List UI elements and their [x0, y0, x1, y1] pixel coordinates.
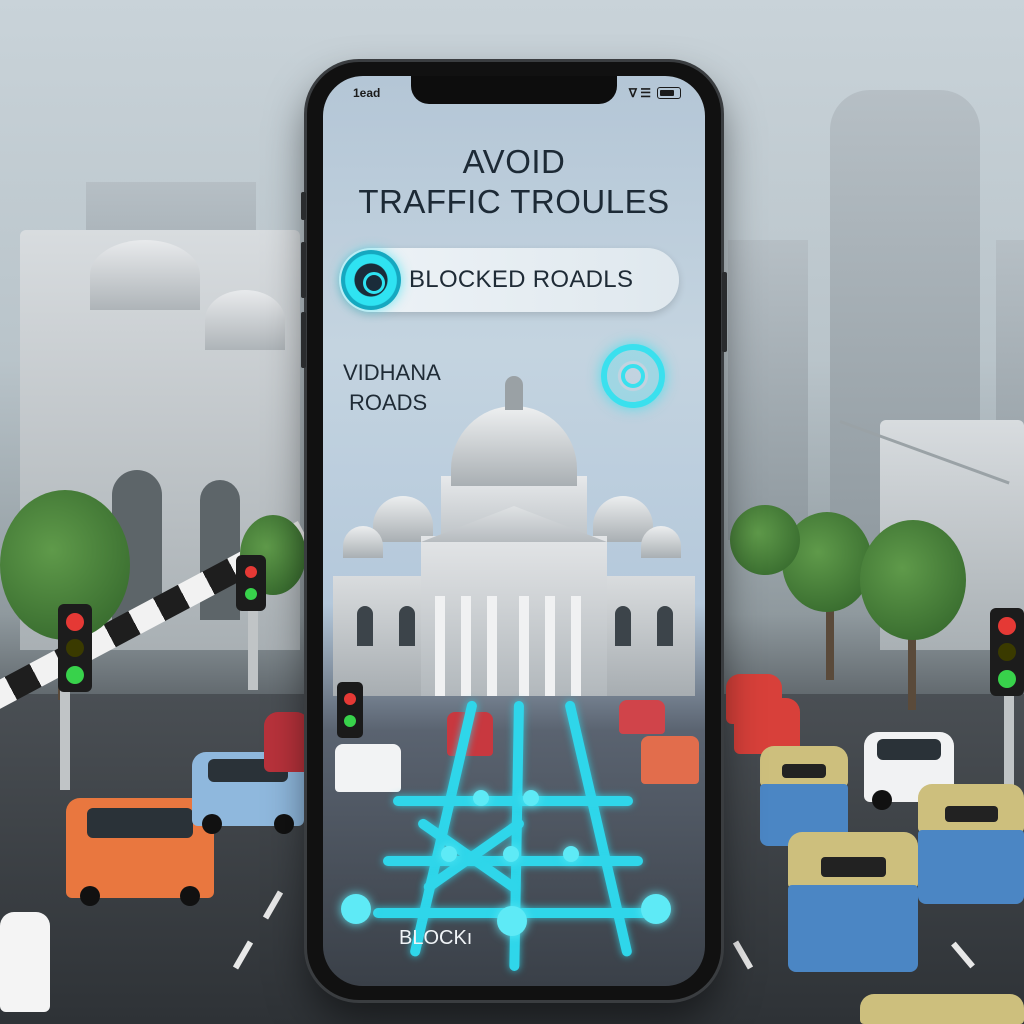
title-line-1: AVOID: [462, 143, 566, 180]
phone-screen: 1ead ∇ ☰ AVOID TRAFFIC TROULES BLOCKED R…: [323, 76, 705, 986]
status-icons: ∇ ☰: [629, 86, 681, 100]
arched-window: [399, 606, 415, 646]
central-dome: [451, 406, 577, 486]
volume-down-button[interactable]: [301, 312, 306, 368]
power-button[interactable]: [722, 272, 727, 352]
column: [519, 596, 529, 696]
tree: [730, 505, 800, 575]
auto-rickshaw: [860, 994, 1024, 1024]
auto-rickshaw: [760, 746, 848, 846]
column: [435, 596, 445, 696]
route-node[interactable]: [563, 846, 579, 862]
battery-icon: [657, 87, 681, 99]
map-block-label: BLOCKı: [399, 927, 473, 949]
route-node[interactable]: [341, 894, 371, 924]
route-path[interactable]: [393, 796, 633, 806]
route-marker-icon: [341, 250, 401, 310]
column: [487, 596, 497, 696]
route-node[interactable]: [473, 790, 489, 806]
column: [571, 596, 581, 696]
volume-up-button[interactable]: [301, 242, 306, 298]
route-node[interactable]: [523, 790, 539, 806]
blocked-roads-button[interactable]: BLOCKED ROADLS: [339, 248, 679, 312]
status-time: 1ead: [353, 86, 381, 100]
side-dome: [641, 526, 681, 558]
arched-window: [615, 606, 631, 646]
auto-rickshaw: [788, 832, 918, 972]
route-map: BLOCKı: [323, 682, 705, 986]
auto-rickshaw: [918, 784, 1024, 904]
vidhana-soudha-illustration: [323, 356, 705, 716]
title-line-2: TRAFFIC TROULES: [358, 183, 670, 220]
phone-notch: [411, 76, 617, 104]
orange-car: [641, 736, 699, 784]
signal-icon: ∇ ☰: [628, 86, 651, 100]
red-car: [619, 700, 665, 734]
mute-switch: [301, 192, 306, 220]
background-dome: [90, 240, 200, 310]
column: [545, 596, 555, 696]
side-dome: [343, 526, 383, 558]
route-node[interactable]: [497, 906, 527, 936]
white-car: [335, 744, 401, 792]
traffic-light-pole: [248, 610, 258, 690]
arched-window: [657, 606, 673, 646]
tree: [860, 520, 966, 640]
page-title: AVOID TRAFFIC TROULES: [323, 142, 705, 222]
route-path[interactable]: [409, 699, 478, 958]
column: [461, 596, 471, 696]
traffic-light-icon: [236, 555, 266, 611]
background-tower: [728, 240, 808, 540]
route-node[interactable]: [503, 846, 519, 862]
smartphone: 1ead ∇ ☰ AVOID TRAFFIC TROULES BLOCKED R…: [301, 62, 727, 1000]
traffic-light-icon: [990, 608, 1024, 696]
route-node[interactable]: [441, 846, 457, 862]
traffic-light-icon: [337, 682, 363, 738]
traffic-light-pole: [1004, 690, 1014, 790]
red-car: [264, 712, 310, 772]
background-dome: [205, 290, 285, 350]
arched-window: [357, 606, 373, 646]
route-node[interactable]: [641, 894, 671, 924]
white-car: [0, 912, 50, 1012]
blocked-roads-label: BLOCKED ROADLS: [409, 266, 634, 293]
dome-spire: [505, 376, 523, 410]
traffic-light-icon: [58, 604, 92, 692]
route-path[interactable]: [564, 699, 633, 958]
traffic-light-pole: [60, 690, 70, 790]
